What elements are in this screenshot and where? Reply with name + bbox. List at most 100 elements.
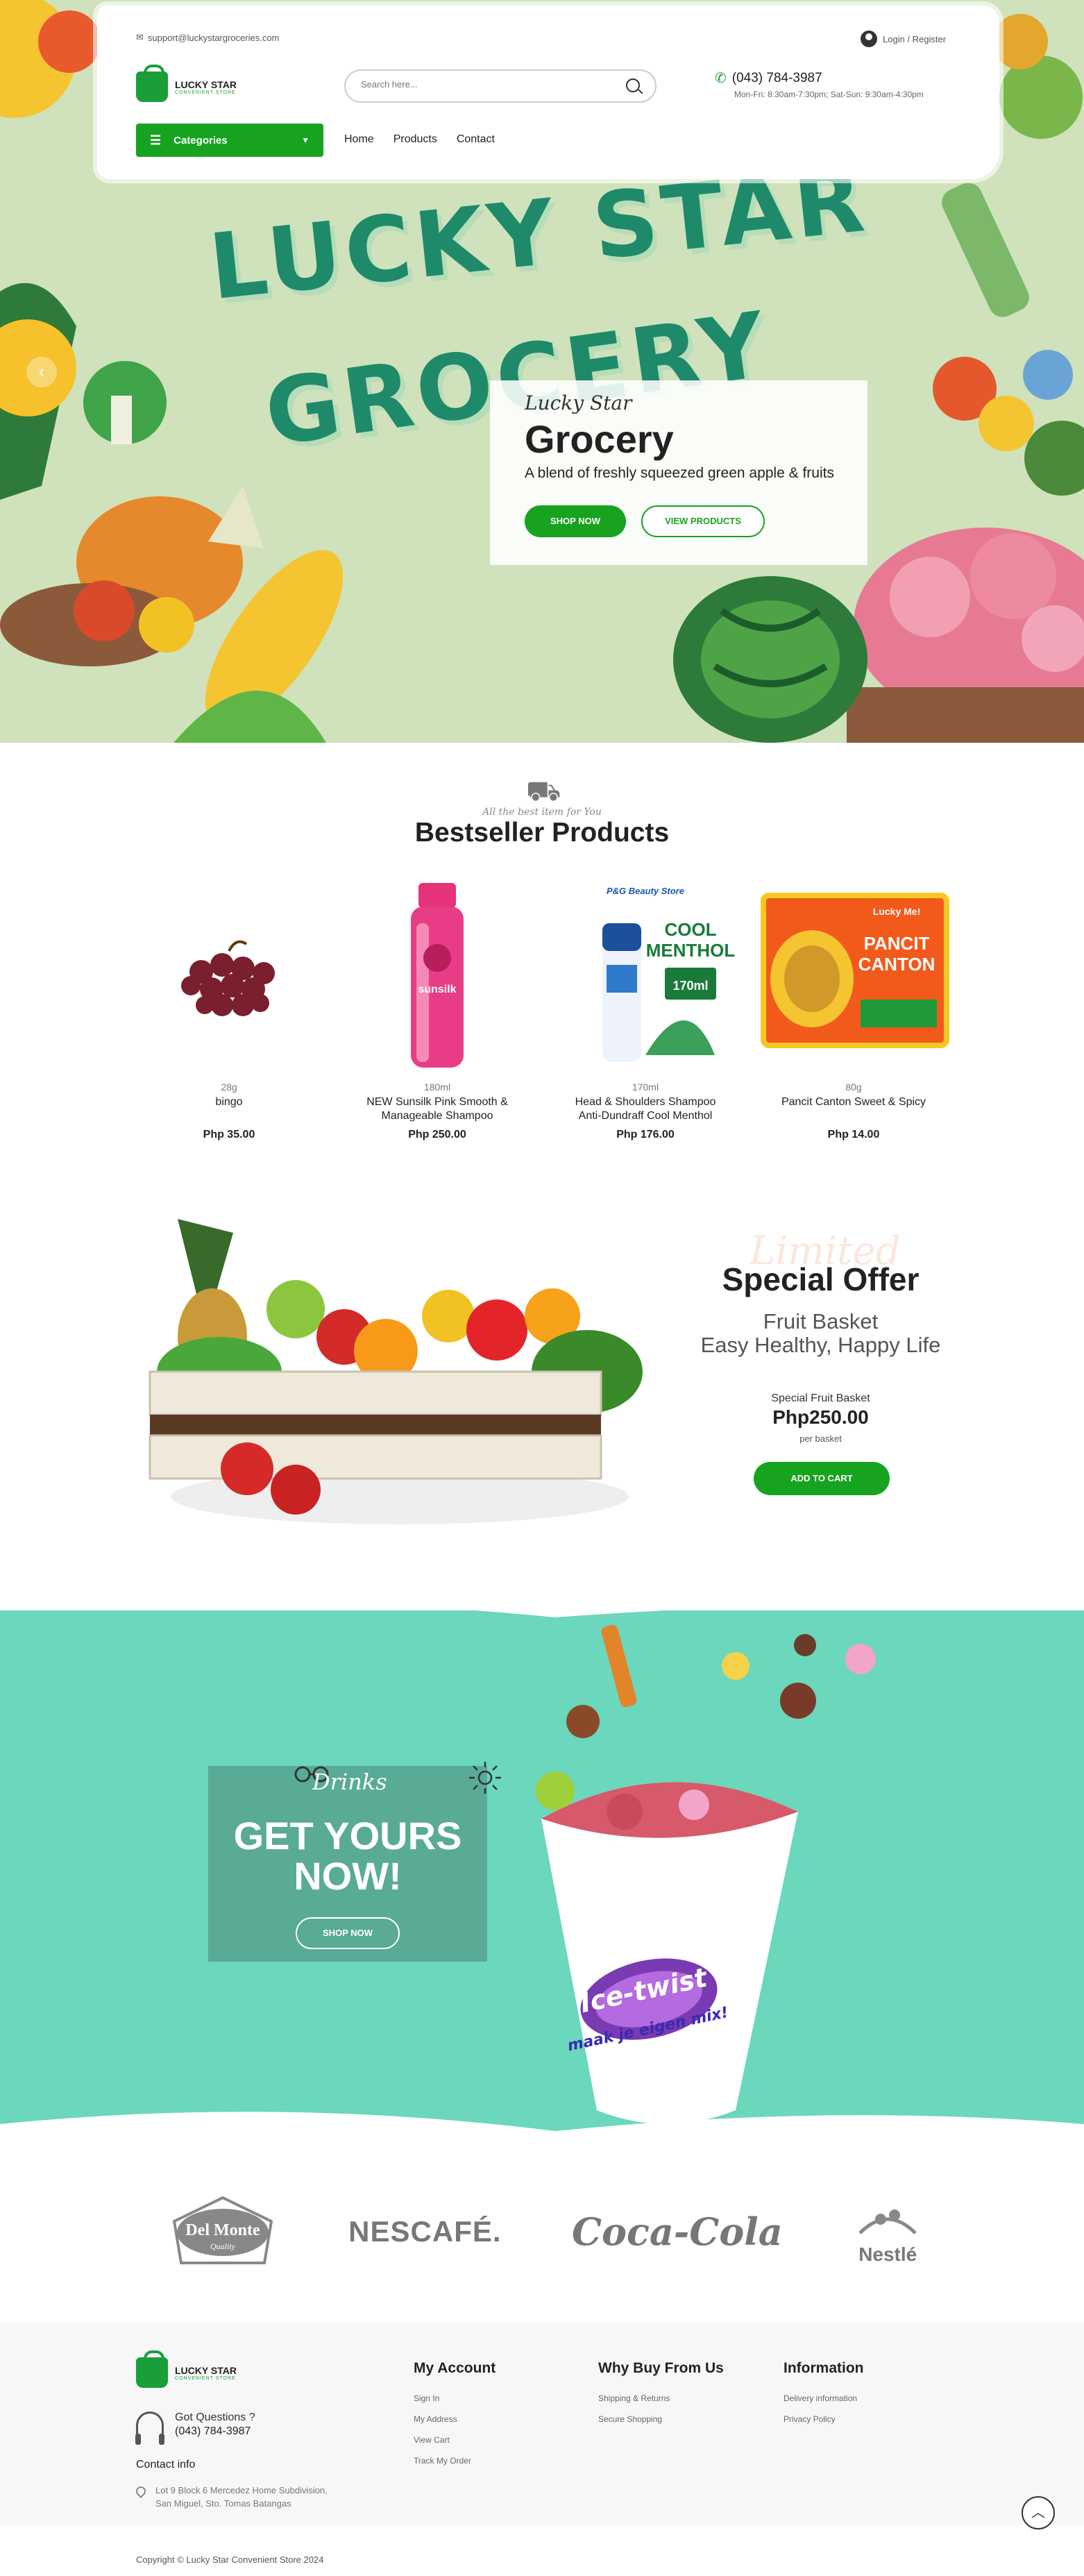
offer-subtitle-1: Fruit Basket xyxy=(763,1309,879,1333)
add-to-cart-button[interactable]: ADD TO CART xyxy=(754,1462,890,1495)
brand-logos: Del Monte Quality NESCAFÉ. Coca-Cola Nes… xyxy=(132,2187,958,2277)
hero-card: Lucky Star Grocery A blend of freshly sq… xyxy=(490,380,867,565)
product-size: 28g xyxy=(221,1081,237,1093)
product-card[interactable]: sunsilk 180ml NEW Sunsilk Pink Smooth & … xyxy=(333,882,541,1141)
chevron-up-icon: ︿ xyxy=(1031,2505,1045,2520)
contact-info-title: Contact info xyxy=(136,2459,196,2470)
drinks-shop-now-button[interactable]: SHOP NOW xyxy=(296,1917,400,1949)
search-input[interactable] xyxy=(361,79,611,90)
search-icon[interactable] xyxy=(626,78,640,92)
del-monte-logo[interactable]: Del Monte Quality xyxy=(167,2194,278,2270)
product-name[interactable]: NEW Sunsilk Pink Smooth & Manageable Sha… xyxy=(333,1095,541,1125)
nescafe-logo[interactable]: NESCAFÉ. xyxy=(348,2215,501,2248)
drinks-headline: GET YOURS NOW! xyxy=(208,1816,487,1896)
nav-contact[interactable]: Contact xyxy=(457,133,495,146)
bestseller-subtitle: All the best item for You xyxy=(482,807,602,818)
copyright: Copyright © Lucky Star Convenient Store … xyxy=(136,2554,324,2565)
footer-link-privacy-policy[interactable]: Privacy Policy xyxy=(784,2414,864,2424)
site-logo[interactable]: LUCKY STAR CONVENIENT STORE xyxy=(136,65,237,102)
del-monte-text: Del Monte xyxy=(185,2221,260,2239)
scroll-to-top-button[interactable]: ︿ xyxy=(1022,2496,1055,2529)
cool-label: COOL xyxy=(664,919,716,940)
topbar-email[interactable]: ✉ support@luckystargroceries.com xyxy=(136,32,279,43)
product-name[interactable]: Head & Shoulders Shampoo Anti-Dundraff C… xyxy=(541,1095,750,1125)
product-image-pancit-canton[interactable]: Lucky Me! PANCIT CANTON xyxy=(750,882,958,1069)
footer-phone[interactable]: (043) 784-3987 xyxy=(175,2425,255,2438)
product-card[interactable]: P&G Beauty Store COOL MENTHOL 170ml 170m… xyxy=(541,882,750,1141)
product-price: Php 176.00 xyxy=(616,1129,675,1140)
offer-subtitle-2: Easy Healthy, Happy Life xyxy=(700,1333,941,1357)
hero-eyebrow: Lucky Star xyxy=(525,392,632,414)
lucky-me-label: Lucky Me! xyxy=(873,906,920,917)
volume-label: 170ml xyxy=(672,979,708,993)
footer-link-secure-shopping[interactable]: Secure Shopping xyxy=(598,2414,724,2424)
nestle-text: Nestlé xyxy=(858,2243,917,2265)
product-size: 170ml xyxy=(632,1081,659,1093)
offer-product-label: Special Fruit Basket xyxy=(771,1392,870,1404)
categories-dropdown[interactable]: ☰ Categories ▼ xyxy=(136,124,323,157)
caret-down-icon: ▼ xyxy=(301,135,310,145)
fruit-basket-image xyxy=(136,1191,663,1538)
nestle-logo[interactable]: Nestlé xyxy=(853,2198,922,2266)
sunsilk-label: sunsilk xyxy=(418,984,456,995)
footer-address: Lot 9 Block 6 Mercedez Home Subdivision,… xyxy=(134,2484,328,2510)
delivery-icon: ⛟ xyxy=(526,776,561,807)
location-pin-icon xyxy=(134,2484,148,2498)
logo-name: LUCKY STAR xyxy=(175,78,237,90)
list-menu-icon: ☰ xyxy=(150,133,162,147)
nav-products[interactable]: Products xyxy=(393,133,437,146)
main-nav: Home Products Contact xyxy=(344,133,495,146)
product-price: Php 14.00 xyxy=(827,1129,880,1140)
footer-col-title: Information xyxy=(784,2360,864,2376)
product-image-grapes[interactable] xyxy=(125,882,333,1069)
slider-prev-button[interactable]: ‹ xyxy=(26,357,57,387)
product-card[interactable]: Lucky Me! PANCIT CANTON 80g Pancit Canto… xyxy=(750,882,958,1141)
footer-col-title: Why Buy From Us xyxy=(598,2360,724,2376)
shop-now-button[interactable]: SHOP NOW xyxy=(525,505,626,537)
footer-questions: Got Questions ? (043) 784-3987 xyxy=(135,2411,255,2445)
nav-home[interactable]: Home xyxy=(344,133,374,146)
hero-description: A blend of freshly squeezed green apple … xyxy=(525,465,834,481)
product-card[interactable]: 28g bingo Php 35.00 xyxy=(125,882,333,1141)
product-image-head-shoulders[interactable]: P&G Beauty Store COOL MENTHOL 170ml xyxy=(541,882,750,1069)
sun-icon xyxy=(469,1762,501,1794)
footer-col-my-account: My Account Sign In My Address View Cart … xyxy=(414,2360,496,2477)
address-line-2: San Miguel, Sto. Tomas Batangas xyxy=(155,2498,291,2509)
footer-logo-tagline: CONVENIENT STORE xyxy=(175,2375,236,2381)
nestle-nest-icon xyxy=(858,2209,917,2234)
view-products-button[interactable]: VIEW PRODUCTS xyxy=(641,505,765,537)
footer-link-track-order[interactable]: Track My Order xyxy=(414,2456,496,2466)
footer-col-title: My Account xyxy=(414,2360,496,2376)
product-name[interactable]: bingo xyxy=(125,1095,333,1125)
footer-col-why-buy: Why Buy From Us Shipping & Returns Secur… xyxy=(598,2360,724,2435)
coca-cola-logo[interactable]: Coca-Cola xyxy=(572,2209,783,2254)
footer-col-information: Information Delivery information Privacy… xyxy=(784,2360,864,2435)
header-contact: ✆ (043) 784-3987 Mon-Fri: 8:30am-7:30pm;… xyxy=(715,69,924,100)
header-phone[interactable]: (043) 784-3987 xyxy=(732,71,822,86)
footer-logo[interactable]: LUCKY STAR CONVENIENT STORE xyxy=(136,2350,237,2388)
user-icon xyxy=(861,31,877,47)
bestseller-title: Bestseller Products xyxy=(414,818,670,848)
questions-label: Got Questions ? xyxy=(175,2411,255,2423)
footer-link-shipping-returns[interactable]: Shipping & Returns xyxy=(598,2393,724,2403)
shopping-bag-icon xyxy=(136,65,168,102)
phone-icon: ✆ xyxy=(715,71,727,86)
product-name[interactable]: Pancit Canton Sweet & Spicy xyxy=(750,1095,958,1125)
email-text: support@luckystargroceries.com xyxy=(147,32,280,43)
store-hours: Mon-Fri: 8:30am-7:30pm; Sat-Sun: 9:30am-… xyxy=(734,90,924,99)
footer-link-my-address[interactable]: My Address xyxy=(414,2414,496,2424)
product-size: 180ml xyxy=(423,1081,451,1093)
product-image-sunsilk[interactable]: sunsilk xyxy=(333,882,541,1069)
login-register-link[interactable]: Login / Register xyxy=(861,31,946,47)
footer-link-view-cart[interactable]: View Cart xyxy=(414,2435,496,2445)
product-price: Php 250.00 xyxy=(408,1129,466,1140)
search-bar xyxy=(344,69,657,103)
pg-store-label: P&G Beauty Store xyxy=(607,886,684,896)
pancit-label: PANCIT xyxy=(864,933,930,954)
drinks-script: Drinks xyxy=(312,1769,387,1795)
footer-link-delivery-info[interactable]: Delivery information xyxy=(784,2393,864,2403)
drink-cup-illustration: Ice-twist maak je eigen mix! xyxy=(0,1610,1084,2138)
categories-label: Categories xyxy=(173,134,228,146)
footer-link-sign-in[interactable]: Sign In xyxy=(414,2393,496,2403)
shopping-bag-icon xyxy=(136,2350,168,2388)
